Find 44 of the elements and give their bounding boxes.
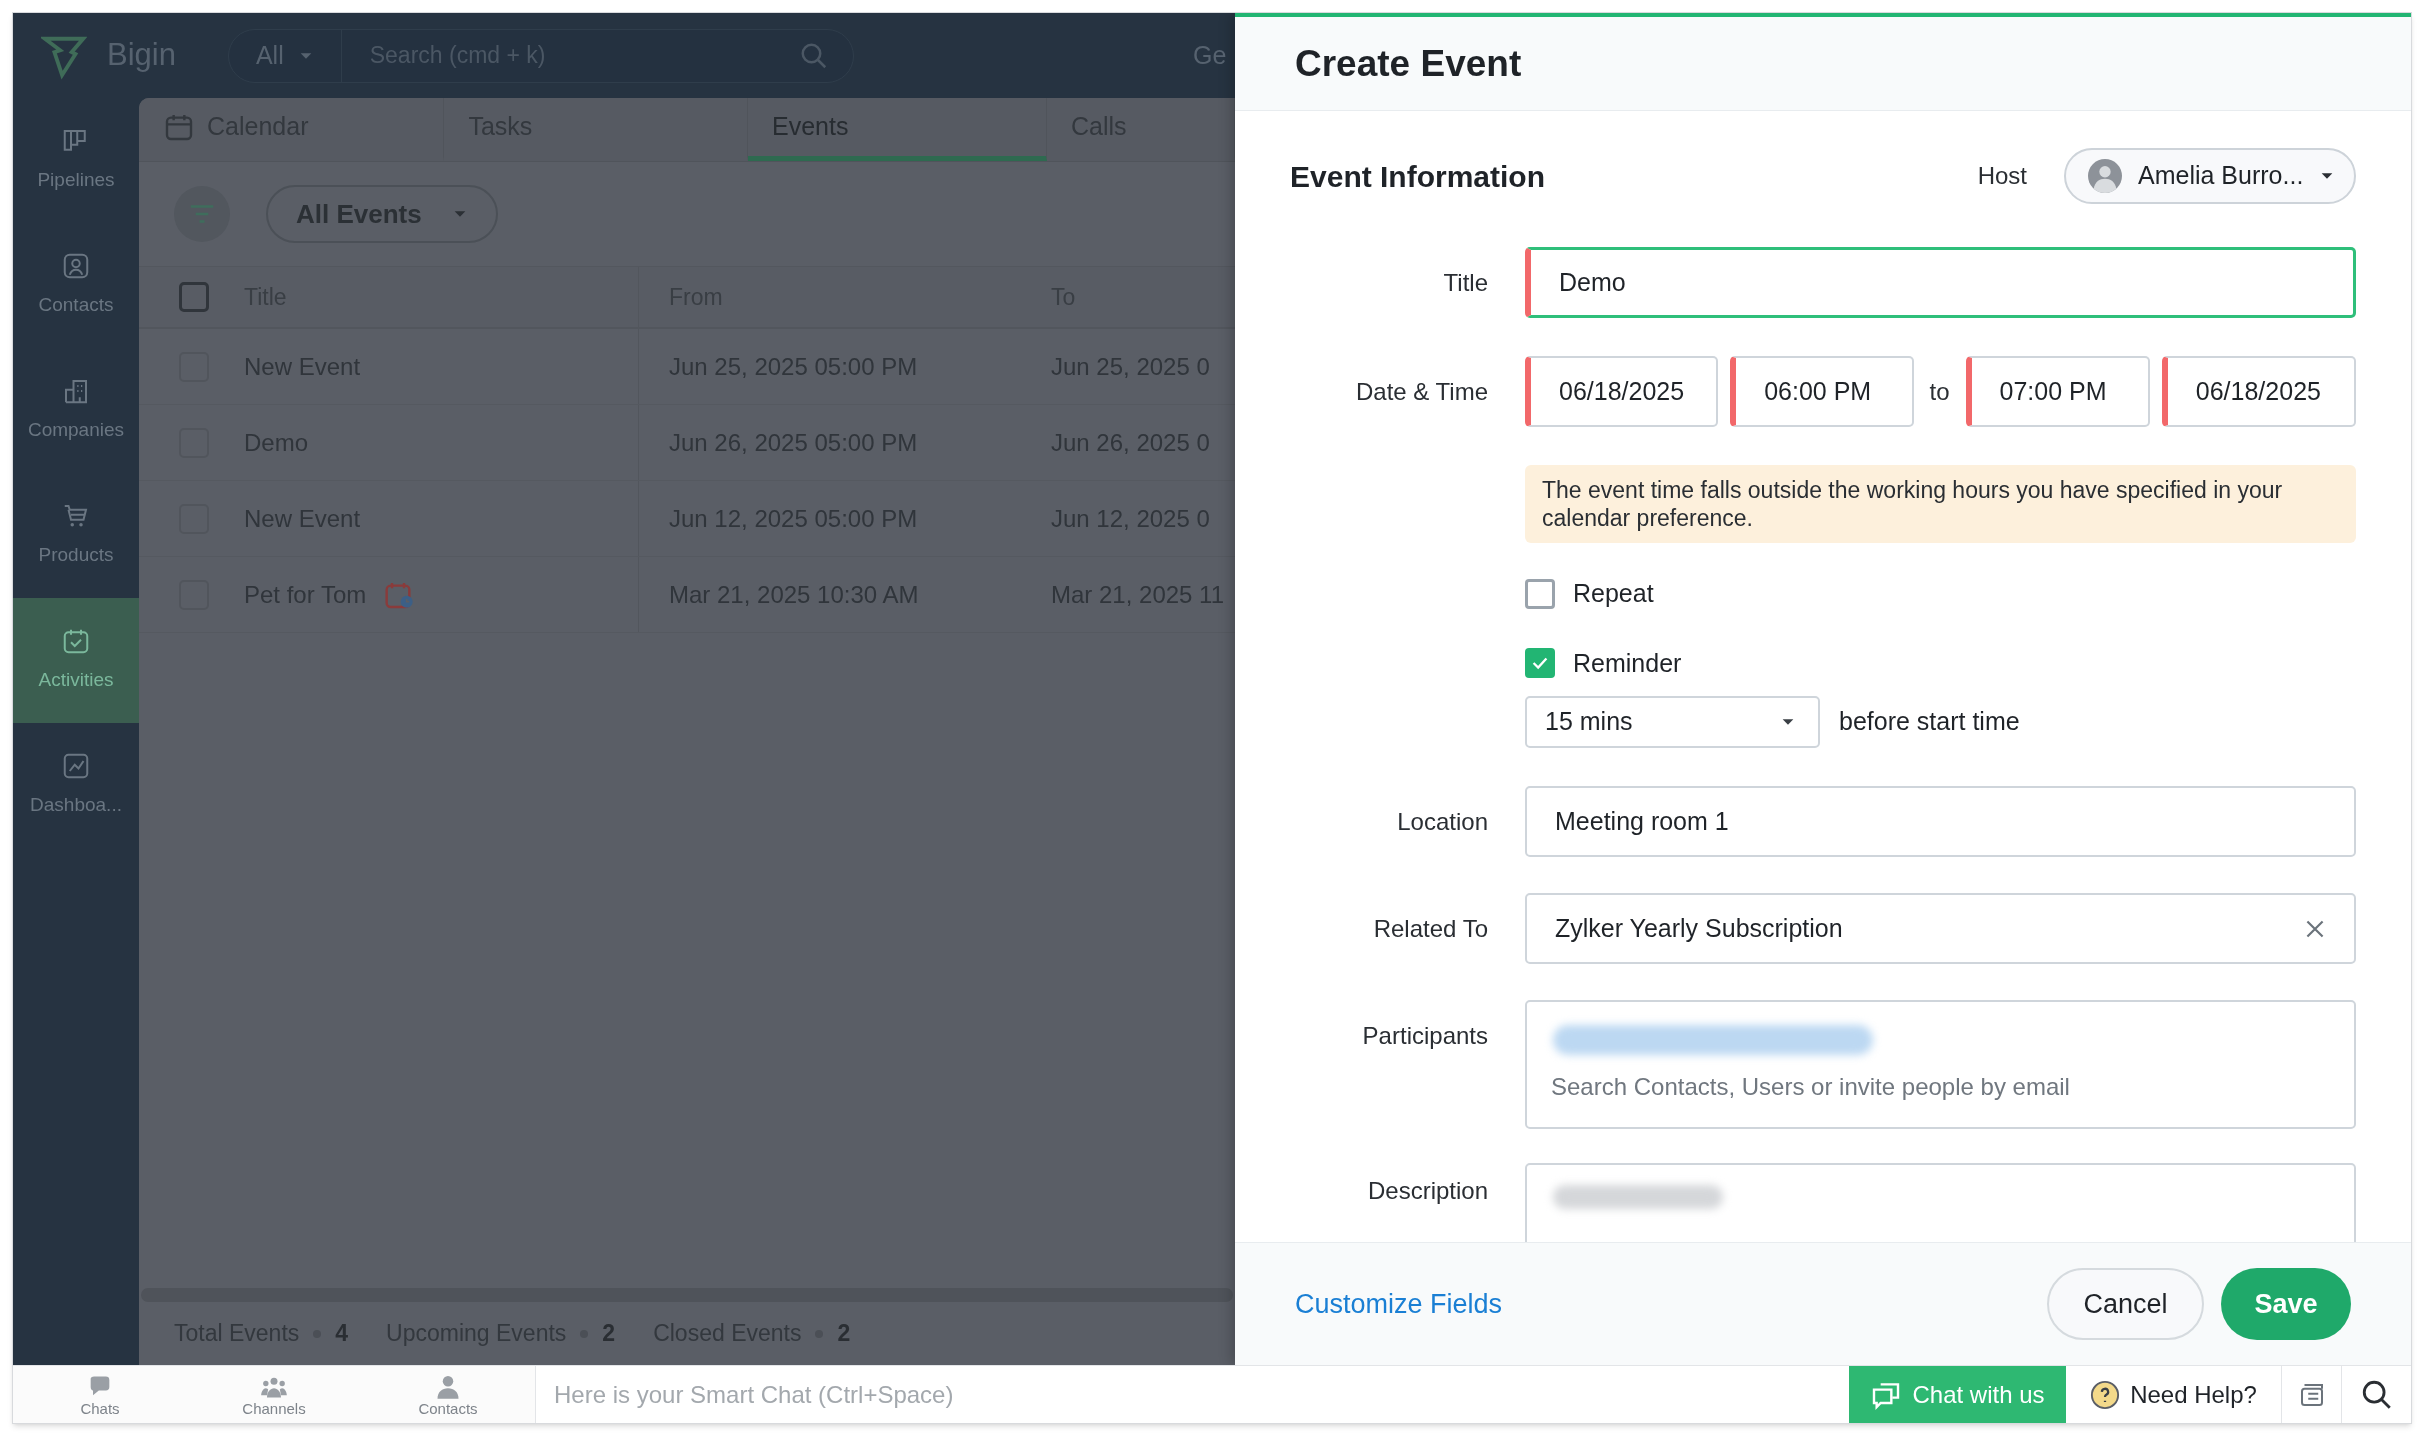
field-label: Date & Time xyxy=(1355,376,1488,407)
text-field[interactable]: Meeting room 1 xyxy=(1525,786,2356,857)
bottom-bar-item[interactable]: Chats xyxy=(13,1366,187,1423)
time-field[interactable]: 07:00 PM xyxy=(1965,356,2150,427)
sidebar-item[interactable]: Dashboa... xyxy=(13,723,139,848)
warning-notice: The event time falls outside the working hours you have specified in your calendar preference. xyxy=(1525,465,2356,543)
help-icon xyxy=(2090,1379,2121,1410)
time-field[interactable]: 06:00 PM xyxy=(1730,356,1914,427)
checkbox[interactable] xyxy=(1525,578,1555,609)
smart-chat-input[interactable]: Here is your Smart Chat (Ctrl+Space) xyxy=(536,1366,1849,1423)
sidebar-item[interactable]: Activities xyxy=(13,598,139,723)
sidebar-item[interactable]: Contacts xyxy=(13,223,139,348)
sidebar-item[interactable]: Pipelines xyxy=(13,98,139,223)
save-button[interactable]: Save xyxy=(2221,1268,2351,1340)
field-label: Related To xyxy=(1373,913,1488,944)
checkbox-label: Repeat xyxy=(1573,578,1654,609)
checkbox-label: Reminder xyxy=(1573,647,1682,679)
bottom-bar-item[interactable]: Contacts xyxy=(361,1366,535,1423)
field-label: Description xyxy=(1367,1176,1488,1206)
chat-button[interactable]: Chat with us xyxy=(1849,1366,2066,1423)
helper-text: before start time xyxy=(1839,706,2020,738)
select-all-checkbox[interactable] xyxy=(179,282,209,312)
panel-title: Create Event xyxy=(1295,41,1522,86)
field-label: Location xyxy=(1397,806,1488,837)
avatar-icon xyxy=(2088,159,2122,193)
text-field[interactable]: Demo xyxy=(1525,247,2356,318)
help-button[interactable]: Need Help? xyxy=(2066,1366,2282,1423)
field-label: Title xyxy=(1443,267,1488,298)
participants-input[interactable]: Search Contacts, Users or invite people by email xyxy=(1551,1068,2251,1105)
field-label: Participants xyxy=(1362,1021,1488,1051)
section-heading: Event Information xyxy=(1290,158,1545,195)
checkbox[interactable] xyxy=(1525,648,1555,679)
text-field[interactable]: Zylker Yearly Subscription xyxy=(1525,893,2356,964)
sidebar-item[interactable]: Products xyxy=(13,473,139,598)
bottom-bar-item[interactable]: Channels xyxy=(187,1366,361,1423)
host-dropdown[interactable]: Amelia Burro... xyxy=(2064,148,2356,204)
date-field[interactable]: 06/18/2025 xyxy=(1525,356,1719,427)
host-label: Host xyxy=(1977,161,2027,191)
cancel-button[interactable]: Cancel xyxy=(2047,1268,2204,1340)
sidebar-item[interactable]: Companies xyxy=(13,348,139,473)
reminder-dropdown[interactable]: 15 mins xyxy=(1525,696,1820,748)
date-field[interactable]: 06/18/2025 xyxy=(2161,356,2356,427)
range-separator: to xyxy=(1929,376,1950,407)
customize-fields-link[interactable]: Customize Fields xyxy=(1295,1283,1503,1325)
